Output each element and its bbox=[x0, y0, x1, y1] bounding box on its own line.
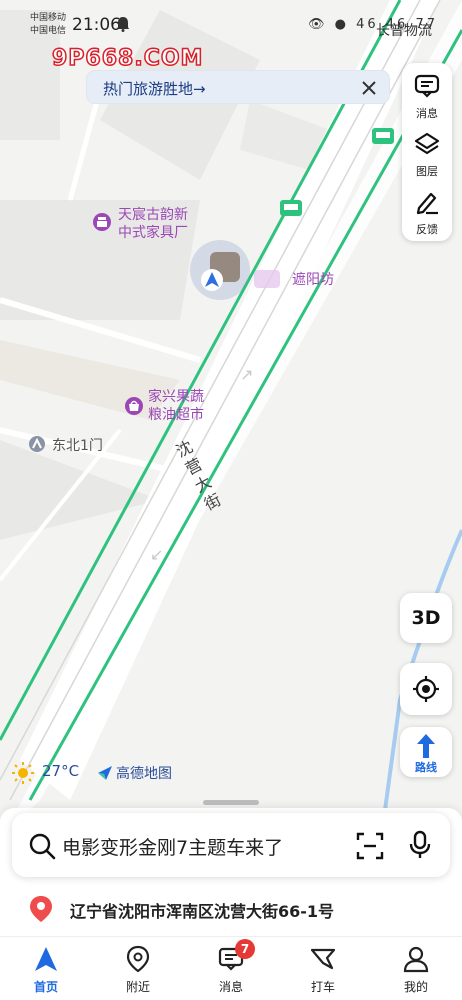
edit-pencil-icon bbox=[416, 192, 438, 215]
tab-mine[interactable]: 我的 bbox=[370, 937, 462, 1000]
bottom-tab-bar: 首页 附近 7 消息 打车 我的 bbox=[0, 936, 462, 1000]
promo-banner[interactable]: 热门旅游胜地→ bbox=[86, 70, 390, 104]
tab-nearby-label: 附近 bbox=[125, 980, 150, 994]
poi-blurred-marker bbox=[254, 270, 280, 288]
home-navigation-icon bbox=[35, 947, 57, 971]
carrier-info: 中国移动 中国电信 bbox=[30, 12, 66, 38]
poi-supermarket-line2: 粮油超市 bbox=[148, 407, 204, 423]
search-icon bbox=[29, 833, 56, 860]
sheet-drag-handle[interactable] bbox=[203, 800, 259, 805]
poi-supermarket-line1: 家兴果蔬 bbox=[148, 389, 204, 405]
sun-icon bbox=[12, 762, 34, 784]
current-address-row[interactable]: 辽宁省沈阳市浑南区沈营大街66-1号 bbox=[28, 895, 448, 923]
message-icon bbox=[414, 74, 440, 98]
banner-text[interactable]: 热门旅游胜地→ bbox=[103, 78, 206, 99]
tab-taxi[interactable]: 打车 bbox=[277, 937, 369, 1000]
layers-button[interactable]: 图层 bbox=[402, 125, 452, 183]
poi-furniture-line2: 中式家具厂 bbox=[118, 225, 188, 241]
search-input[interactable]: 电影变形金刚7主题车来了 bbox=[62, 833, 283, 860]
amap-logo-icon bbox=[98, 766, 112, 780]
user-icon bbox=[403, 946, 429, 973]
route-label: 路线 bbox=[415, 761, 437, 774]
poi-awning-label: 遮阳坊 bbox=[292, 272, 334, 288]
taxi-flag-icon bbox=[310, 948, 336, 970]
messages-button[interactable]: 消息 bbox=[402, 67, 452, 125]
crosshair-icon bbox=[413, 676, 439, 702]
tab-mine-label: 我的 bbox=[403, 980, 428, 994]
carrier-2: 中国电信 bbox=[30, 26, 67, 36]
clock: 21:06 bbox=[72, 15, 121, 35]
system-status-icons: 👁 ● 46 46 77 bbox=[307, 17, 438, 32]
3d-toggle-button[interactable]: 3D bbox=[400, 593, 452, 643]
search-bar[interactable]: 电影变形金刚7主题车来了 bbox=[12, 813, 450, 877]
poi-factory-icon bbox=[93, 213, 111, 231]
map-tools-panel: 消息 图层 反馈 bbox=[402, 63, 452, 241]
tab-messages-label: 消息 bbox=[218, 980, 243, 994]
tab-home[interactable]: 首页 bbox=[0, 937, 92, 1000]
scan-icon[interactable] bbox=[356, 832, 384, 860]
watermark: 9P668.COM bbox=[51, 45, 204, 72]
tab-home-label: 首页 bbox=[33, 980, 58, 994]
tab-nearby[interactable]: 附近 bbox=[92, 937, 184, 1000]
carrier-1: 中国移动 bbox=[30, 13, 67, 23]
poi-furniture-line1: 天宸古韵新 bbox=[118, 207, 188, 223]
poi-shop-icon bbox=[125, 397, 143, 415]
messages-badge: 7 bbox=[235, 939, 255, 959]
route-button[interactable]: 路线 bbox=[400, 727, 452, 777]
svg-text:↙: ↙ bbox=[150, 545, 163, 564]
gate-label: 东北1门 bbox=[52, 438, 103, 454]
feedback-label: 反馈 bbox=[416, 223, 438, 236]
locate-me-button[interactable] bbox=[400, 663, 452, 715]
notification-icon bbox=[117, 17, 129, 32]
layers-label: 图层 bbox=[416, 165, 438, 178]
layers-icon bbox=[414, 132, 440, 155]
navigation-arrow-icon bbox=[201, 269, 223, 291]
feedback-button[interactable]: 反馈 bbox=[402, 183, 452, 241]
location-pin-icon bbox=[30, 896, 52, 922]
map-pin-icon bbox=[126, 945, 150, 973]
messages-label: 消息 bbox=[416, 107, 438, 120]
status-bar: 中国移动 中国电信 21:06 👁 ● 46 46 77 bbox=[0, 0, 462, 44]
microphone-icon[interactable] bbox=[408, 830, 432, 860]
temperature: 27°C bbox=[42, 762, 80, 780]
tab-messages[interactable]: 7 消息 bbox=[185, 937, 277, 1000]
close-icon[interactable] bbox=[359, 78, 379, 98]
brand-name: 高德地图 bbox=[116, 766, 172, 782]
svg-text:↗: ↗ bbox=[240, 365, 253, 384]
address-text: 辽宁省沈阳市浑南区沈营大街66-1号 bbox=[70, 902, 335, 921]
route-arrow-icon bbox=[417, 734, 435, 758]
gate-icon bbox=[29, 436, 45, 452]
weather-widget[interactable]: 27°C bbox=[12, 762, 79, 784]
tab-taxi-label: 打车 bbox=[310, 980, 335, 994]
